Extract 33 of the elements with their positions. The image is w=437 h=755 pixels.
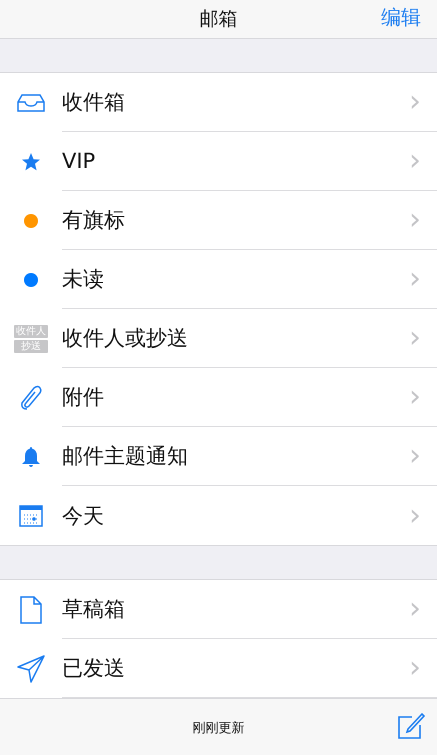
chevron-icon: › <box>409 264 421 294</box>
chevron-icon: › <box>409 441 421 471</box>
chevron-icon: › <box>409 500 421 530</box>
update-status: 刚刚更新 <box>192 720 244 736</box>
mailbox-label[interactable]: 有旗标 <box>62 206 409 234</box>
chevron-icon: › <box>409 87 421 117</box>
star-icon <box>21 152 41 172</box>
mailbox-label[interactable]: 已发送 <box>62 654 409 682</box>
calendar-icon <box>19 504 43 526</box>
paper-plane-icon <box>17 654 45 682</box>
chevron-icon: › <box>409 205 421 235</box>
document-icon <box>20 596 42 624</box>
mailbox-label[interactable]: 今天 <box>62 502 409 530</box>
chevron-icon: › <box>409 653 421 683</box>
mailbox-label[interactable]: 收件箱 <box>62 88 409 116</box>
mailbox-label[interactable]: 草稿箱 <box>62 595 409 623</box>
paperclip-icon <box>19 384 43 410</box>
recipient-tag: 收件人 <box>14 324 48 338</box>
nav-title: 邮箱 <box>200 7 238 32</box>
mailbox-label[interactable]: 附件 <box>62 383 409 411</box>
chevron-icon: › <box>409 382 421 412</box>
chevron-icon: › <box>409 146 421 176</box>
mailbox-label[interactable]: 收件人或抄送 <box>62 324 409 352</box>
compose-icon[interactable] <box>397 712 425 740</box>
chevron-icon: › <box>409 323 421 353</box>
recipient-tag: 抄送 <box>14 340 48 352</box>
chevron-icon: › <box>409 594 421 624</box>
mailbox-label[interactable]: VIP <box>62 149 409 173</box>
bell-icon <box>20 446 42 468</box>
inbox-icon <box>17 94 45 112</box>
mailbox-label[interactable]: 邮件主题通知 <box>62 442 409 470</box>
mailbox-label[interactable]: 未读 <box>62 265 409 293</box>
edit-button[interactable]: 编辑 <box>381 4 421 31</box>
